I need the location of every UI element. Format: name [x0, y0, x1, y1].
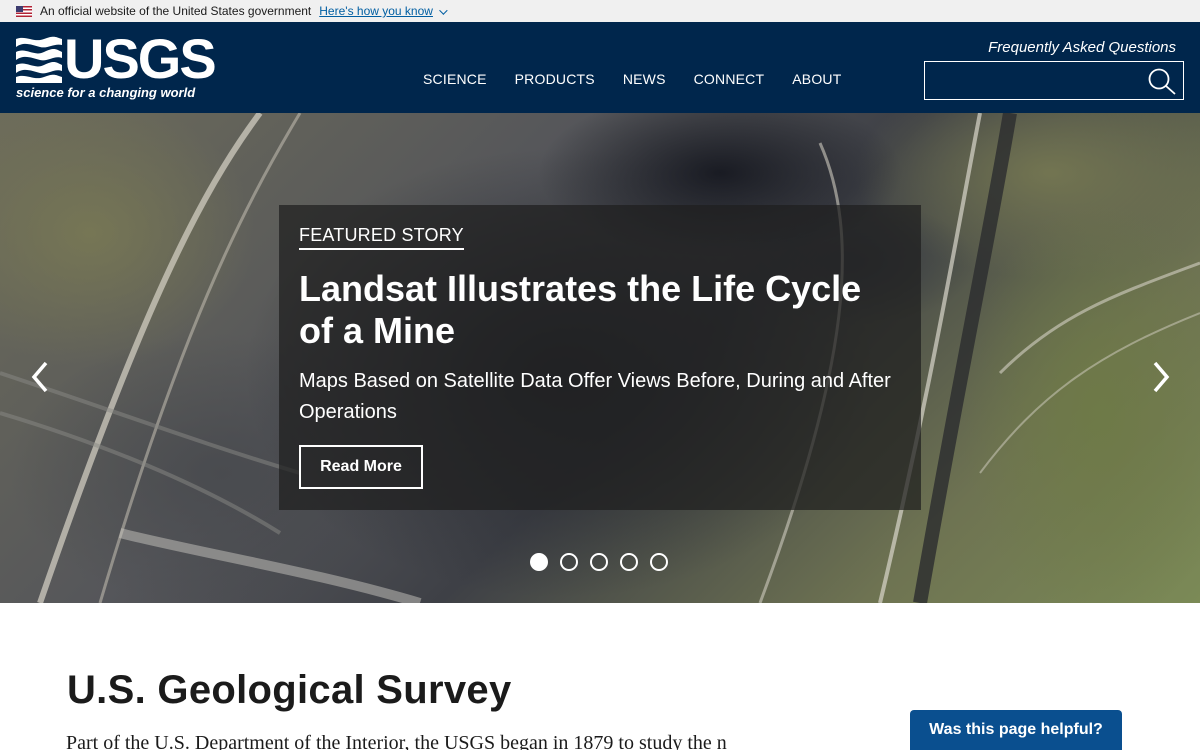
read-more-button[interactable]: Read More	[299, 445, 423, 489]
featured-story-title: Landsat Illustrates the Life Cycle of a …	[299, 268, 862, 351]
main-nav: SCIENCE PRODUCTS NEWS CONNECT ABOUT	[423, 71, 869, 87]
heres-how-you-know-link[interactable]: Here's how you know	[319, 4, 448, 18]
page-helpful-button[interactable]: Was this page helpful?	[910, 710, 1122, 750]
us-flag-icon	[16, 5, 32, 17]
search-input[interactable]	[925, 62, 1143, 99]
gov-banner-text: An official website of the United States…	[40, 4, 312, 18]
carousel-dot-5[interactable]	[650, 553, 668, 571]
featured-story-card: FEATURED STORY Landsat Illustrates the L…	[279, 205, 921, 510]
carousel-dot-1[interactable]	[530, 553, 548, 571]
intro-paragraph: Part of the U.S. Department of the Inter…	[66, 732, 727, 750]
site-header: USGS science for a changing world SCIENC…	[0, 22, 1200, 113]
search-box	[924, 61, 1184, 100]
usgs-waves-icon	[16, 36, 62, 83]
carousel-dot-3[interactable]	[590, 553, 608, 571]
nav-connect[interactable]: CONNECT	[694, 71, 765, 87]
page-title: U.S. Geological Survey	[67, 668, 512, 712]
nav-science[interactable]: SCIENCE	[423, 71, 487, 87]
gov-banner: An official website of the United States…	[0, 0, 1200, 22]
chevron-left-icon	[31, 361, 48, 393]
chevron-down-icon	[439, 6, 448, 15]
nav-news[interactable]: NEWS	[623, 71, 666, 87]
carousel-indicators	[530, 553, 668, 571]
usgs-logo-text: USGS	[64, 27, 217, 90]
faq-link[interactable]: Frequently Asked Questions	[988, 39, 1176, 56]
carousel-prev-button[interactable]	[30, 361, 50, 393]
usgs-logo[interactable]: USGS science for a changing world	[16, 29, 217, 103]
hero-carousel: FEATURED STORY Landsat Illustrates the L…	[0, 113, 1200, 603]
carousel-dot-4[interactable]	[620, 553, 638, 571]
nav-products[interactable]: PRODUCTS	[515, 71, 595, 87]
heres-how-you-know-label: Here's how you know	[319, 4, 433, 18]
carousel-dot-2[interactable]	[560, 553, 578, 571]
featured-story-subtitle: Maps Based on Satellite Data Offer Views…	[299, 370, 891, 423]
nav-about[interactable]: ABOUT	[792, 71, 841, 87]
featured-story-kicker: FEATURED STORY	[299, 225, 464, 250]
usgs-tagline: science for a changing world	[16, 85, 196, 100]
carousel-next-button[interactable]	[1151, 361, 1171, 393]
search-icon[interactable]	[1147, 67, 1177, 95]
chevron-right-icon	[1153, 361, 1170, 393]
